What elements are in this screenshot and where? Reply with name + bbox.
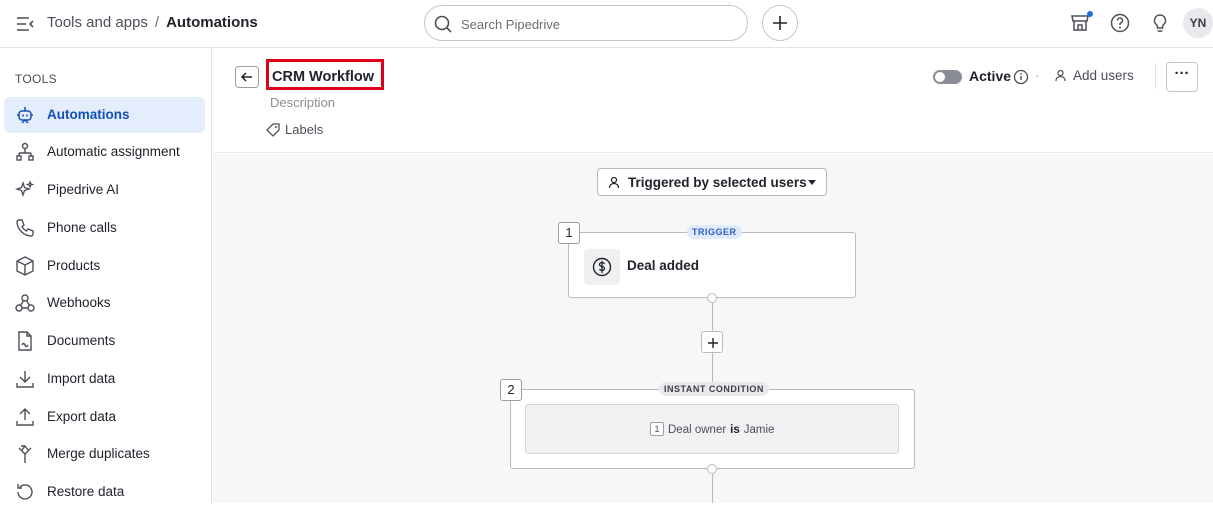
sidebar-item-restore-data[interactable]: Restore data xyxy=(4,474,205,510)
connector-port[interactable] xyxy=(707,464,717,474)
search-box[interactable] xyxy=(424,5,748,41)
sidebar-item-label: Documents xyxy=(47,333,116,348)
person-icon xyxy=(1055,69,1066,82)
condition-index: 1 xyxy=(650,422,664,436)
sidebar-item-label: Restore data xyxy=(47,484,125,499)
sidebar-item-phone-calls[interactable]: Phone calls xyxy=(4,210,205,246)
breadcrumb-separator: / xyxy=(154,14,160,31)
trigger-scope-dropdown[interactable]: Triggered by selected users xyxy=(597,168,827,196)
condition-step-card[interactable]: 1 Deal owner is Jamie xyxy=(510,389,915,469)
more-options-button[interactable]: ··· xyxy=(1166,62,1198,92)
restore-icon xyxy=(17,484,33,500)
deal-icon-box xyxy=(584,249,620,285)
connector-line xyxy=(712,303,713,332)
lightbulb-icon[interactable] xyxy=(1149,12,1171,34)
sidebar-item-merge-duplicates[interactable]: Merge duplicates xyxy=(4,436,205,472)
condition-value: Jamie xyxy=(743,424,775,436)
condition-row: 1 Deal owner is Jamie xyxy=(650,422,774,436)
condition-operator: is xyxy=(730,424,740,436)
trigger-scope-label: Triggered by selected users xyxy=(628,175,807,190)
sidebar-item-label: Products xyxy=(47,258,101,273)
workflow-canvas: Triggered by selected users Deal added 1… xyxy=(213,154,1213,503)
trigger-step-card[interactable]: Deal added xyxy=(568,232,856,298)
active-label: Active xyxy=(969,68,1012,84)
sidebar-item-products[interactable]: Products xyxy=(4,248,205,284)
header-divider xyxy=(1155,63,1156,89)
document-icon xyxy=(18,331,32,351)
connector-line xyxy=(712,474,713,503)
breadcrumb-current: Automations xyxy=(166,14,258,31)
upload-icon xyxy=(16,408,34,426)
sidebar-item-export-data[interactable]: Export data xyxy=(4,399,205,435)
add-users-label: Add users xyxy=(1073,68,1134,83)
sidebar-item-automations[interactable]: Automations xyxy=(4,97,205,133)
step-number: 2 xyxy=(500,379,522,401)
merge-icon xyxy=(18,444,32,463)
quick-add-button[interactable] xyxy=(762,5,798,41)
sidebar-item-label: Webhooks xyxy=(47,295,111,310)
sidebar-item-automatic-assignment[interactable]: Automatic assignment xyxy=(4,134,205,170)
workflow-header: CRM Workflow Description Labels Active ·… xyxy=(213,49,1213,153)
condition-badge: INSTANT CONDITION xyxy=(659,382,769,396)
sidebar-item-label: Pipedrive AI xyxy=(47,182,120,197)
breadcrumb-parent[interactable]: Tools and apps xyxy=(47,14,148,31)
top-bar: Tools and apps / Automations YN xyxy=(0,0,1213,48)
automation-bot-icon xyxy=(17,107,33,124)
search-icon xyxy=(434,15,452,33)
webhook-icon xyxy=(15,294,35,312)
trigger-badge: TRIGGER xyxy=(687,225,742,239)
trigger-label: Deal added xyxy=(627,258,700,273)
sidebar-item-webhooks[interactable]: Webhooks xyxy=(4,285,205,321)
sidebar: TOOLS Automations Automatic assignment P… xyxy=(0,48,212,503)
user-avatar[interactable]: YN xyxy=(1183,8,1213,38)
dollar-icon xyxy=(592,257,612,277)
back-button[interactable] xyxy=(235,66,259,88)
add-step-button[interactable] xyxy=(701,331,723,353)
sparkle-icon xyxy=(14,180,35,198)
box-icon xyxy=(16,256,34,276)
main-panel: CRM Workflow Description Labels Active ·… xyxy=(213,49,1213,503)
condition-rule[interactable]: 1 Deal owner is Jamie xyxy=(525,404,899,454)
download-icon xyxy=(16,371,34,388)
toggle-knob xyxy=(935,72,945,82)
active-toggle[interactable] xyxy=(933,70,962,84)
labels-button[interactable]: Labels xyxy=(266,122,323,137)
plus-icon xyxy=(708,338,718,348)
sidebar-item-pipedrive-ai[interactable]: Pipedrive AI xyxy=(4,172,205,208)
person-icon xyxy=(608,176,620,189)
separator-dot: · xyxy=(1035,68,1040,83)
sidebar-title: TOOLS xyxy=(15,72,57,86)
sidebar-item-label: Phone calls xyxy=(47,220,117,235)
add-users-button[interactable]: Add users xyxy=(1054,68,1134,83)
info-icon[interactable] xyxy=(1013,69,1029,85)
condition-field: Deal owner xyxy=(668,424,727,436)
sidebar-item-import-data[interactable]: Import data xyxy=(4,361,205,397)
phone-icon xyxy=(16,219,34,237)
sidebar-item-label: Merge duplicates xyxy=(47,446,150,461)
labels-text: Labels xyxy=(285,122,324,137)
step-number: 1 xyxy=(558,222,580,244)
tag-icon xyxy=(266,123,280,137)
assignment-icon xyxy=(16,142,34,161)
search-input[interactable] xyxy=(461,14,731,34)
sidebar-item-documents[interactable]: Documents xyxy=(4,323,205,359)
notification-dot xyxy=(1087,11,1093,17)
connector-port[interactable] xyxy=(707,293,717,303)
sidebar-item-label: Import data xyxy=(47,371,116,386)
sidebar-item-label: Automations xyxy=(47,107,130,122)
help-icon[interactable] xyxy=(1109,12,1131,34)
description-field[interactable]: Description xyxy=(270,95,335,110)
breadcrumb: Tools and apps / Automations xyxy=(47,14,258,31)
workflow-title[interactable]: CRM Workflow xyxy=(266,59,384,90)
caret-down-icon xyxy=(808,180,816,185)
sidebar-item-label: Export data xyxy=(47,409,117,424)
plus-icon xyxy=(773,16,787,30)
menu-collapse-icon[interactable] xyxy=(14,13,36,35)
sidebar-item-label: Automatic assignment xyxy=(47,144,180,159)
arrow-left-icon xyxy=(240,72,252,82)
